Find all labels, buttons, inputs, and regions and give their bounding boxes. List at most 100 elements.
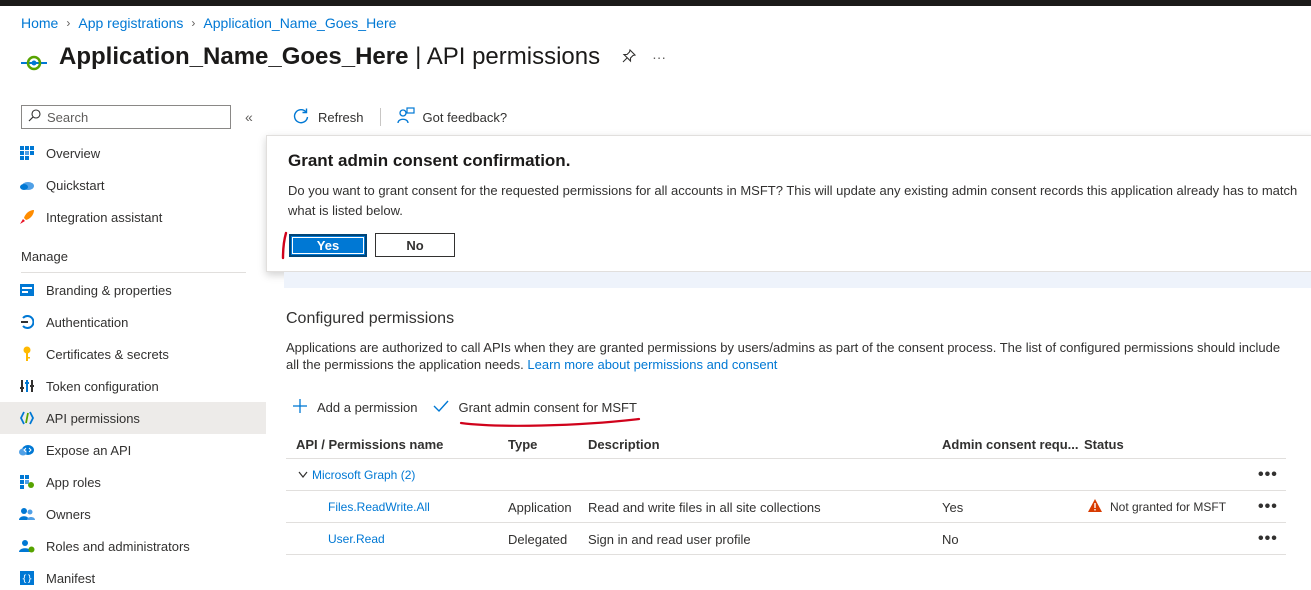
admin-consent-required: Yes [942,499,964,515]
permission-type: Delegated [508,531,568,547]
more-actions-icon[interactable]: ••• [1258,461,1278,489]
owners-icon [19,506,35,522]
sidebar-item-label: Overview [46,145,101,161]
permission-type: Application [508,499,572,515]
red-annotation-mark [281,231,288,260]
token-icon [19,378,35,394]
group-link-microsoft-graph[interactable]: Microsoft Graph (2) [312,461,415,489]
sidebar-item-quickstart[interactable]: Quickstart [0,169,266,201]
sidebar-item-owners[interactable]: Owners [0,498,266,530]
sidebar-item-label: Certificates & secrets [46,346,169,362]
authentication-icon [19,314,35,330]
chevron-down-icon[interactable] [298,461,308,489]
configured-permissions-description: Applications are authorized to call APIs… [286,340,1281,372]
ellipsis-icon[interactable]: ··· [652,49,666,65]
column-header-name[interactable]: API / Permissions name [296,430,443,458]
toolbar-divider [379,108,381,126]
sidebar-item-integration-assistant[interactable]: Integration assistant [0,201,266,233]
chevron-right-icon: › [191,16,196,30]
sidebar-item-label: Quickstart [46,177,105,193]
sidebar-item-label: Authentication [46,314,129,330]
app-registration-icon [20,43,48,71]
add-permission-label: Add a permission [317,399,418,415]
search-input[interactable] [47,109,217,125]
table-row: User.Read Delegated Sign in and read use… [286,525,1286,553]
key-icon [19,346,35,362]
yes-button[interactable]: Yes [289,234,367,257]
feedback-icon [396,106,415,128]
table-group-row[interactable]: Microsoft Graph (2) ••• [286,461,1286,489]
admin-consent-required: No [942,531,959,547]
permission-link[interactable]: Files.ReadWrite.All [328,493,430,521]
permission-description: Sign in and read user profile [588,531,751,547]
sidebar-item-label: Manifest [46,570,96,586]
search-box [21,105,231,129]
sidebar-item-api-permissions[interactable]: API permissions [0,402,266,434]
column-header-type[interactable]: Type [508,430,537,458]
breadcrumb-app[interactable]: Application_Name_Goes_Here [203,15,396,31]
sidebar-item-expose-api[interactable]: Expose an API [0,434,266,466]
no-button[interactable]: No [375,233,455,257]
sidebar-item-manifest[interactable]: {} Manifest [0,562,266,590]
column-header-description[interactable]: Description [588,430,660,458]
sidebar-item-label: Expose an API [46,442,132,458]
sidebar-divider [21,272,246,273]
learn-more-link[interactable]: Learn more about permissions and consent [527,357,777,372]
grant-admin-consent-button[interactable]: Grant admin consent for MSFT [433,399,641,427]
roles-icon [19,538,35,554]
sidebar-item-roles-administrators[interactable]: Roles and administrators [0,530,266,562]
breadcrumb-home[interactable]: Home [21,15,58,31]
cloud-api-icon [19,442,35,458]
pin-icon[interactable] [622,48,637,66]
refresh-icon [292,107,310,128]
chevron-right-icon: › [66,16,71,30]
sidebar-item-overview[interactable]: Overview [0,137,266,169]
refresh-button[interactable]: Refresh [292,107,364,128]
column-header-status[interactable]: Status [1084,430,1124,458]
sidebar-item-app-roles[interactable]: App roles [0,466,266,498]
add-permission-button[interactable]: Add a permission [292,398,417,417]
sidebar-item-authentication[interactable]: Authentication [0,306,266,338]
row-divider [286,554,1286,555]
cloud-icon [19,177,35,193]
dialog-message: Do you want to grant consent for the req… [288,183,1298,218]
sidebar-item-label: Integration assistant [46,209,163,225]
collapse-sidebar-icon[interactable]: « [245,109,253,125]
row-divider [286,490,1286,491]
toolbar: Refresh Got feedback? [292,104,507,130]
status-text: Not granted for MSFT [1110,500,1227,514]
grant-consent-dialog: Grant admin consent confirmation. Do you… [266,135,1311,272]
warning-icon [1088,499,1102,515]
grid-icon [19,145,35,161]
permission-link[interactable]: User.Read [328,525,385,553]
page-header: Application_Name_Goes_Here | API permiss… [20,43,666,71]
grant-consent-label: Grant admin consent for MSFT [458,399,637,415]
more-actions-icon[interactable]: ••• [1258,525,1278,553]
search-icon [28,109,41,125]
configured-permissions-title: Configured permissions [286,310,455,327]
permissions-commandbar: Add a permission Grant admin consent for… [292,396,641,427]
sidebar-item-label: Token configuration [46,378,159,394]
sidebar-item-label: App roles [46,474,101,490]
sidebar-item-certificates[interactable]: Certificates & secrets [0,338,266,370]
svg-text:{}: {} [22,575,33,585]
red-underline-annotation [460,417,641,427]
refresh-label: Refresh [318,109,364,125]
sidebar-item-token-configuration[interactable]: Token configuration [0,370,266,402]
breadcrumb-app-registrations[interactable]: App registrations [78,15,183,31]
sidebar-item-branding[interactable]: Branding & properties [0,274,266,306]
page-title: Application_Name_Goes_Here | API permiss… [59,43,601,70]
rocket-icon [19,209,35,225]
more-actions-icon[interactable]: ••• [1258,493,1278,521]
breadcrumb: Home › App registrations › Application_N… [21,15,396,31]
manifest-icon: {} [19,570,35,586]
column-header-admin-consent[interactable]: Admin consent requ... [942,430,1079,458]
sidebar-item-label: Owners [46,506,91,522]
row-divider [286,522,1286,523]
dialog-title: Grant admin consent confirmation. [288,151,571,170]
table-header: API / Permissions name Type Description … [286,430,1286,458]
sidebar-section-manage: Manage [21,249,68,264]
feedback-button[interactable]: Got feedback? [396,106,508,128]
sidebar: « Overview Quickstart Integration assist… [0,100,266,590]
feedback-label: Got feedback? [422,109,508,125]
